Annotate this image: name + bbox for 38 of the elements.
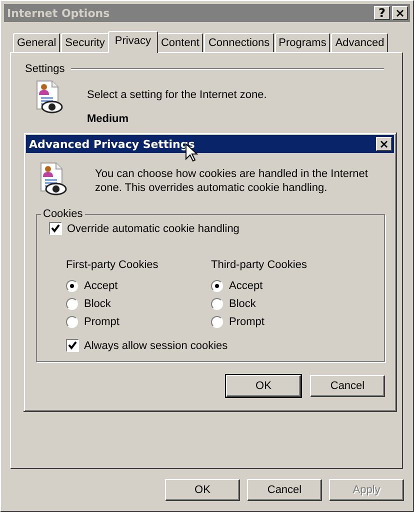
checkbox[interactable]: Always allow session cookies [66, 339, 374, 352]
check-icon [68, 341, 77, 350]
section-label: Settings [25, 63, 65, 75]
column-heading: First-party Cookies [66, 259, 160, 271]
checkbox[interactable]: Override automatic cookie handling [49, 222, 374, 235]
radio-label[interactable]: Block [229, 298, 256, 310]
radio-circle[interactable] [66, 298, 78, 310]
document-eye-icon [39, 162, 67, 196]
tab[interactable]: Connections [204, 33, 274, 52]
tab[interactable]: Programs [274, 33, 330, 52]
document-eye-icon [35, 80, 63, 114]
tab[interactable]: Privacy [108, 31, 158, 53]
cancel-button[interactable]: Cancel [247, 479, 322, 501]
tab[interactable]: Advanced [331, 33, 388, 52]
description-text: Select a setting for the Internet zone. [87, 89, 267, 101]
radio-circle[interactable] [66, 280, 78, 292]
radio-label[interactable]: Prompt [229, 316, 264, 328]
radio-label[interactable]: Accept [84, 280, 118, 292]
check-icon [51, 224, 60, 233]
level-name: Medium [87, 113, 130, 125]
close-button[interactable]: × [376, 137, 392, 151]
cancel-button[interactable]: Cancel [310, 375, 385, 397]
description-text: You can choose how cookies are handled in the Internet zone. This overrides automatic cookie handling. [95, 167, 369, 196]
radio-circle[interactable] [211, 298, 223, 310]
group-label: Cookies [42, 208, 84, 220]
ok-button[interactable]: OK [165, 479, 240, 501]
radio-label[interactable]: Prompt [84, 316, 120, 328]
radio-label[interactable]: Block [84, 298, 111, 310]
radio-circle[interactable] [211, 316, 223, 328]
radio-label[interactable]: Accept [229, 280, 263, 292]
radio-circle[interactable] [211, 280, 223, 292]
window-title: Internet Options [7, 6, 110, 20]
tab[interactable]: General [13, 33, 60, 52]
ok-button[interactable]: OK [226, 375, 301, 397]
tab[interactable]: Security [61, 33, 109, 52]
radio-circle[interactable] [66, 316, 78, 328]
column-heading: Third-party Cookies [211, 259, 308, 271]
tab[interactable]: Content [156, 33, 204, 52]
